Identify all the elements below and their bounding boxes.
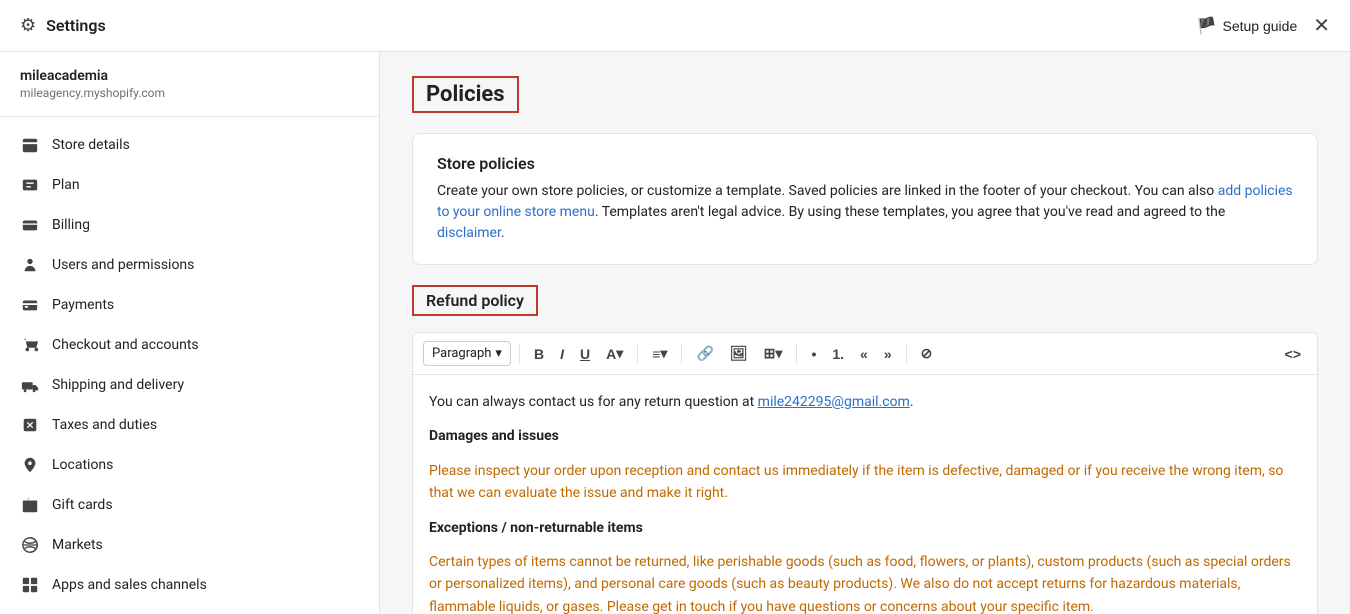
editor-toolbar: Paragraph ▾ B I U A ▾ ≡: [413, 333, 1317, 375]
payment-icon: [20, 295, 40, 315]
exceptions-title: Exceptions / non-returnable items: [429, 517, 1301, 539]
paragraph-select[interactable]: Paragraph ▾: [423, 341, 511, 366]
close-button[interactable]: ✕: [1313, 13, 1330, 38]
sidebar-item-locations[interactable]: Locations: [0, 445, 379, 485]
store-icon: [20, 135, 40, 155]
flag-icon: 🏴: [1197, 16, 1217, 36]
sidebar: mileacademia mileagency.myshopify.com St…: [0, 52, 380, 614]
desc-part3: .: [501, 225, 505, 241]
setup-guide-button[interactable]: 🏴 Setup guide: [1197, 16, 1298, 36]
sidebar-item-label: Locations: [52, 457, 113, 473]
sidebar-item-label: Store details: [52, 137, 130, 153]
sidebar-item-label: Markets: [52, 537, 103, 553]
paragraph-label: Paragraph: [432, 346, 491, 361]
no-format-button[interactable]: ⊘: [915, 341, 939, 366]
editor-content[interactable]: You can always contact us for any return…: [413, 375, 1317, 614]
toolbar-divider-3: [681, 344, 682, 364]
code-view-button[interactable]: <>: [1279, 342, 1307, 366]
numbered-list-button[interactable]: 1.: [826, 342, 850, 366]
topbar: ⚙ Settings 🏴 Setup guide ✕: [0, 0, 1350, 52]
policy-editor: Paragraph ▾ B I U A ▾ ≡: [412, 332, 1318, 614]
exceptions-text: Certain types of items cannot be returne…: [429, 551, 1301, 614]
desc-part1: Create your own store policies, or custo…: [437, 183, 1218, 199]
content-area: Policies Store policies Create your own …: [380, 52, 1350, 614]
sidebar-item-plan[interactable]: Plan: [0, 165, 379, 205]
page-title: Policies: [412, 76, 519, 113]
indent-less-button[interactable]: «: [854, 342, 874, 366]
sidebar-item-shipping-delivery[interactable]: Shipping and delivery: [0, 365, 379, 405]
plan-icon: [20, 175, 40, 195]
damages-title: Damages and issues: [429, 425, 1301, 447]
sidebar-item-label: Payments: [52, 297, 114, 313]
toolbar-divider: [519, 344, 520, 364]
gift-icon: [20, 495, 40, 515]
underline-button[interactable]: U: [574, 342, 596, 366]
chevron-down-icon: ▾: [660, 345, 667, 362]
table-button[interactable]: ⊞ ▾: [758, 341, 789, 366]
sidebar-item-store-details[interactable]: Store details: [0, 125, 379, 165]
sidebar-item-label: Billing: [52, 217, 90, 233]
shipping-icon: [20, 375, 40, 395]
user-icon: [20, 255, 40, 275]
chevron-down-icon: ▾: [775, 345, 782, 362]
sidebar-nav: Store details Plan Billing: [0, 117, 379, 614]
page-title-section: Policies: [412, 76, 1318, 113]
chevron-down-icon: ▾: [495, 346, 502, 361]
sidebar-account: mileacademia mileagency.myshopify.com: [0, 52, 379, 117]
toolbar-divider-5: [906, 344, 907, 364]
refund-policy-title[interactable]: Refund policy: [412, 285, 538, 316]
sidebar-item-label: Taxes and duties: [52, 417, 157, 433]
email-link[interactable]: mile242295@gmail.com: [758, 394, 910, 410]
align-button[interactable]: ≡ ▾: [646, 341, 673, 366]
sidebar-item-label: Apps and sales channels: [52, 577, 207, 593]
sidebar-item-taxes-duties[interactable]: Taxes and duties: [0, 405, 379, 445]
sidebar-item-payments[interactable]: Payments: [0, 285, 379, 325]
apps-icon: [20, 575, 40, 595]
disclaimer-link[interactable]: disclaimer: [437, 225, 501, 241]
store-policies-card: Store policies Create your own store pol…: [412, 133, 1318, 265]
setup-guide-label: Setup guide: [1223, 18, 1298, 34]
intro-paragraph: You can always contact us for any return…: [429, 391, 1301, 413]
topbar-left: ⚙ Settings: [20, 15, 106, 36]
store-policies-title: Store policies: [437, 154, 1293, 173]
sidebar-item-label: Gift cards: [52, 497, 113, 513]
toolbar-divider-2: [637, 344, 638, 364]
topbar-title: Settings: [46, 16, 106, 35]
chevron-down-icon: ▾: [616, 345, 623, 362]
topbar-right: 🏴 Setup guide ✕: [1197, 13, 1330, 38]
sidebar-item-checkout-accounts[interactable]: Checkout and accounts: [0, 325, 379, 365]
sidebar-item-domains[interactable]: Domains: [0, 605, 379, 614]
image-button[interactable]: 🖼: [724, 341, 754, 366]
damages-text: Please inspect your order upon reception…: [429, 460, 1301, 505]
gear-icon: ⚙: [20, 15, 36, 36]
store-policies-description: Create your own store policies, or custo…: [437, 181, 1293, 244]
bullet-list-button[interactable]: •: [805, 342, 822, 366]
billing-icon: [20, 215, 40, 235]
bold-button[interactable]: B: [528, 342, 550, 366]
account-url: mileagency.myshopify.com: [20, 86, 359, 100]
desc-part2: . Templates aren't legal advice. By usin…: [595, 204, 1226, 220]
indent-more-button[interactable]: »: [878, 342, 898, 366]
location-icon: [20, 455, 40, 475]
toolbar-divider-4: [796, 344, 797, 364]
account-name: mileacademia: [20, 68, 359, 84]
sidebar-item-gift-cards[interactable]: Gift cards: [0, 485, 379, 525]
sidebar-item-users-permissions[interactable]: Users and permissions: [0, 245, 379, 285]
link-button[interactable]: 🔗: [690, 341, 719, 366]
checkout-icon: [20, 335, 40, 355]
sidebar-item-label: Checkout and accounts: [52, 337, 199, 353]
italic-button[interactable]: I: [554, 342, 570, 366]
sidebar-item-label: Users and permissions: [52, 257, 194, 273]
taxes-icon: [20, 415, 40, 435]
markets-icon: [20, 535, 40, 555]
sidebar-item-markets[interactable]: Markets: [0, 525, 379, 565]
font-color-button[interactable]: A ▾: [600, 341, 629, 366]
sidebar-item-label: Shipping and delivery: [52, 377, 184, 393]
refund-policy-section: Refund policy Paragraph ▾ B I U A: [412, 285, 1318, 614]
sidebar-item-label: Plan: [52, 177, 80, 193]
sidebar-item-apps-sales-channels[interactable]: Apps and sales channels: [0, 565, 379, 605]
sidebar-item-billing[interactable]: Billing: [0, 205, 379, 245]
